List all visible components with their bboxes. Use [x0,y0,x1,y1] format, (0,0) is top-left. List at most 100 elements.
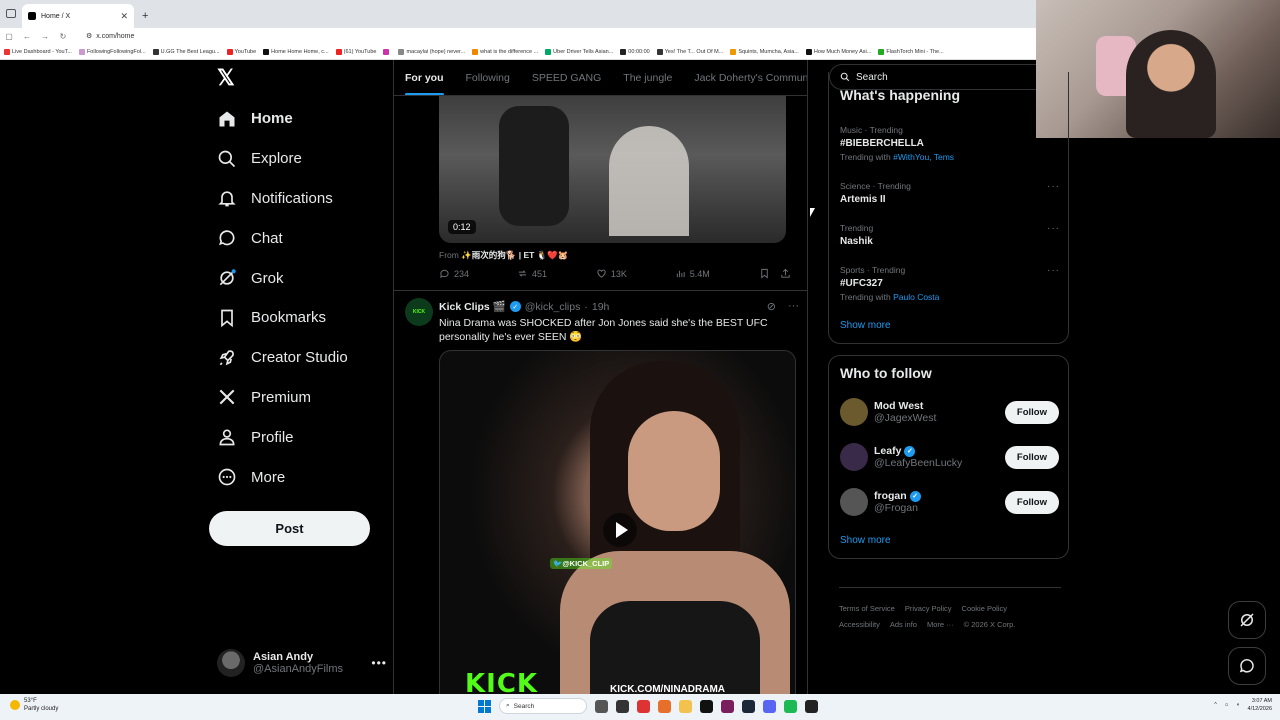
trend-item[interactable]: Music · Trending #BIEBERCHELLA Trending wi… [840,125,1060,162]
video-source[interactable]: From ✨雨次的狗🐕 | ET 🐧❤️🐹 [439,249,568,261]
trends-show-more[interactable]: Show more [840,320,891,331]
tweet-video[interactable]: 🐦@KICK_CLIP KICK KICK.COM/NINADRAMA [439,350,796,694]
bookmark-item[interactable]: 00:00:00 [620,48,650,55]
footer-link[interactable]: Ads info [890,620,917,629]
trend-item[interactable]: Trending Nashik ··· [840,223,1060,247]
nav-item-chat[interactable]: Chat [209,218,389,258]
windows-start-icon[interactable] [478,699,491,713]
bookmark-item[interactable]: (61) YouTube [335,48,376,55]
footer-link[interactable]: Terms of Service [839,604,895,613]
tab-overview-icon[interactable] [6,9,16,18]
follow-button[interactable]: Follow [1004,400,1059,424]
tweet-video[interactable]: 0:12 [439,96,786,243]
share-button[interactable] [780,268,791,279]
nav-item-grok[interactable]: Grok [209,258,389,298]
forward-icon[interactable]: → [36,32,54,41]
grok-floating-button[interactable] [1228,601,1266,639]
weather-widget[interactable]: 53°F Partly cloudy [10,697,58,713]
new-tab-icon[interactable]: + [142,10,148,22]
trend-item[interactable]: Sports · Trending #UFC327 Trending with Pa… [840,265,1060,302]
follow-button[interactable]: Follow [1004,445,1059,469]
timeline-tab[interactable]: Jack Doherty's Commun [683,60,807,95]
bookmark-item[interactable]: YouTube [226,48,256,55]
avatar[interactable] [840,398,868,426]
x-app-icon[interactable] [616,699,629,713]
tweet-author-name[interactable]: Kick Clips 🎬 [439,300,506,313]
timeline-tab[interactable]: Following [455,60,521,95]
nav-item-explore[interactable]: Explore [209,139,389,179]
repost-button[interactable]: 451 [517,268,596,279]
x-logo-icon[interactable]: 𝕏 [217,67,239,89]
follow-show-more[interactable]: Show more [840,535,891,546]
back-icon[interactable]: ← [18,32,36,41]
post-button[interactable]: Post [209,511,370,546]
more-dots-icon[interactable]: ··· [788,300,799,313]
discord-icon[interactable] [763,699,776,713]
firefox-icon[interactable] [658,699,671,713]
close-tab-icon[interactable]: ✕ [120,11,128,22]
network-icon[interactable]: ⌂ [1225,702,1228,708]
volume-icon[interactable]: ◖ [1236,702,1239,708]
avatar[interactable] [840,488,868,516]
footer-link[interactable]: Cookie Policy [962,604,1007,613]
timeline-tab[interactable]: SPEED GANG [521,60,612,95]
avatar[interactable] [840,443,868,471]
follow-name[interactable]: frogan ✓ [874,490,921,502]
task-view-icon[interactable] [595,699,608,713]
kick-clips-avatar[interactable]: KICK [405,298,433,326]
more-dots-icon[interactable]: ••• [371,656,387,670]
bookmark-item[interactable]: Yes! The T... Out Of M... [656,48,723,55]
file-explorer-icon[interactable] [679,699,692,713]
site-info-icon[interactable]: ⚙ [86,32,92,40]
follow-button[interactable]: Follow [1004,490,1059,514]
bookmark-item[interactable]: FollowingFollowingFol... [78,48,146,55]
steam-icon[interactable] [742,699,755,713]
follow-suggestion[interactable]: Mod West @JagexWest Follow [840,396,1059,428]
follow-name[interactable]: Mod West [874,400,936,412]
footer-link[interactable]: Privacy Policy [905,604,952,613]
app-icon[interactable] [721,699,734,713]
bookmark-item[interactable]: Uber Driver Tells Asian... [545,48,613,55]
app-icon[interactable] [805,699,818,713]
bookmark-item[interactable]: what is the difference ... [472,48,538,55]
follow-name[interactable]: Leafy ✓ [874,445,962,457]
app-icon[interactable] [637,699,650,713]
reload-icon[interactable]: ↻ [54,32,72,41]
follow-suggestion[interactable]: Leafy ✓ @LeafyBeenLucky Follow [840,441,1059,473]
nav-item-bookmarks[interactable]: Bookmarks [209,298,389,338]
bookmark-item[interactable]: U.GG The Best Leagu... [152,48,220,55]
footer-link[interactable]: © 2026 X Corp. [964,620,1016,629]
nav-item-notifications[interactable]: Notifications [209,179,389,219]
bookmark-item[interactable]: How Much Money Asi... [805,48,871,55]
browser-tab[interactable]: Home / X ✕ [22,4,134,28]
more-dots-icon[interactable]: ··· [1047,181,1060,192]
spotify-icon[interactable] [784,699,797,713]
trend-context-link[interactable]: #WithYou, Tems [893,152,954,162]
nav-item-profile[interactable]: Profile [209,417,389,457]
more-dots-icon[interactable]: ··· [1047,265,1060,276]
more-dots-icon[interactable]: ··· [1047,223,1060,234]
follow-suggestion[interactable]: frogan ✓ @Frogan Follow [840,486,1059,518]
bookmark-item[interactable]: macaylai (hope) never... [398,48,465,55]
footer-link[interactable]: Accessibility [839,620,880,629]
taskbar-search[interactable]: ⌕ Search [499,698,587,714]
nav-item-home[interactable]: Home [209,99,389,139]
messages-floating-button[interactable] [1228,647,1266,685]
play-icon[interactable] [603,513,637,547]
bookmark-item[interactable]: Squints, Mumcha, Asia... [730,48,799,55]
sidebar-toggle-icon[interactable]: ▢ [0,32,18,41]
trend-context-link[interactable]: Paulo Costa [893,292,939,302]
url-field[interactable]: ⚙ x.com/home [86,32,134,41]
bookmark-item[interactable]: Home Home Home, c... [263,48,329,55]
tweet-author-handle[interactable]: @kick_clips [525,301,581,313]
clock[interactable]: 3:07 AM 4/12/2026 [1248,697,1272,713]
bookmark-item[interactable]: Live Dashboard - YouT... [4,48,72,55]
tray-chevron-icon[interactable]: ^ [1214,702,1217,708]
timeline-tab[interactable]: For you [394,60,455,95]
bookmark-item[interactable]: FlashTorch Mini - The... [878,48,944,55]
like-button[interactable]: 13K [596,268,675,279]
tweet-time[interactable]: 19h [592,301,610,313]
nav-item-creator-studio[interactable]: Creator Studio [209,338,389,378]
footer-link[interactable]: More ··· [927,620,954,629]
search-input[interactable]: Search [829,64,1036,90]
